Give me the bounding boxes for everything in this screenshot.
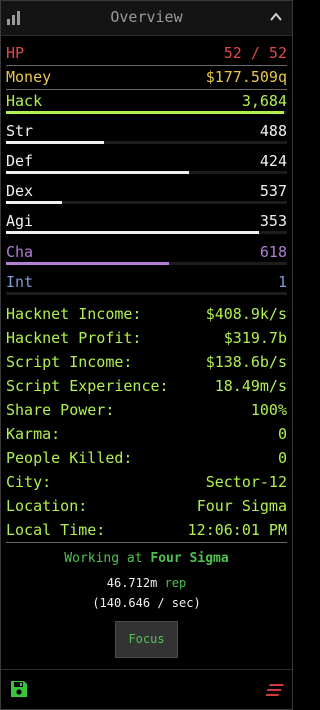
work-rep-unit: rep: [164, 576, 187, 590]
stat-str-label: Str: [6, 122, 34, 140]
cha-progress-fill: [6, 262, 169, 265]
stat-agi-value: 353: [259, 212, 287, 230]
work-reputation: 46.712m rep: [1, 576, 292, 590]
overview-footer: [1, 669, 292, 709]
info-value: Four Sigma: [196, 497, 287, 515]
stat-hp-value: 52 / 52: [223, 44, 287, 62]
info-label: Script Experience:: [6, 377, 169, 395]
info-value: $408.9k/s: [205, 305, 287, 323]
info-label: Location:: [6, 497, 88, 515]
info-row-location: Location: Four Sigma: [6, 495, 287, 517]
hack-progress-bar: [6, 111, 287, 114]
info-label: Hacknet Income:: [6, 305, 142, 323]
info-row-hacknet-profit: Hacknet Profit: $319.7b: [6, 327, 287, 349]
info-label: Karma:: [6, 425, 61, 443]
stat-cha: Cha 618: [6, 241, 287, 263]
str-progress-fill: [6, 141, 105, 144]
overview-panel: Overview HP 52 / 52 Money $177.509q Hack…: [0, 0, 293, 710]
stat-hack: Hack 3,684: [6, 90, 287, 112]
stat-int-value: 1: [277, 273, 287, 291]
stat-hp: HP 52 / 52: [6, 42, 287, 64]
agi-progress-bar: [6, 231, 287, 234]
stat-hp-label: HP: [6, 44, 25, 62]
info-row-local-time: Local Time: 12:06:01 PM: [6, 519, 287, 541]
stat-cha-label: Cha: [6, 243, 34, 261]
info-label: Share Power:: [6, 401, 115, 419]
focus-button[interactable]: Focus: [115, 621, 178, 658]
stat-def-value: 424: [259, 152, 287, 170]
info-label: Script Income:: [6, 353, 133, 371]
save-icon[interactable]: [10, 680, 28, 698]
info-label: People Killed:: [6, 449, 133, 467]
info-value: 0: [277, 449, 287, 467]
overview-header[interactable]: Overview: [1, 1, 292, 36]
stat-dex-value: 537: [259, 182, 287, 200]
menu-icon[interactable]: [266, 684, 284, 696]
stat-int-label: Int: [6, 273, 34, 291]
info-row-script-experience: Script Experience: 18.49m/s: [6, 375, 287, 397]
panel-title: Overview: [110, 8, 183, 26]
info-row-city: City: Sector-12: [6, 471, 287, 493]
divider: [6, 542, 287, 543]
agi-progress-fill: [6, 231, 259, 234]
stat-cha-value: 618: [259, 243, 287, 261]
int-progress-bar: [6, 292, 287, 295]
stat-money: Money $177.509q: [6, 66, 287, 88]
work-status: Working at Four Sigma: [1, 551, 292, 566]
def-progress-bar: [6, 171, 287, 174]
work-rep-value: 46.712m: [106, 576, 158, 590]
stat-money-value: $177.509q: [205, 68, 287, 86]
info-value: 100%: [250, 401, 287, 419]
dex-progress-fill: [6, 201, 63, 204]
stat-dex-label: Dex: [6, 182, 34, 200]
info-value: $138.6b/s: [205, 353, 287, 371]
info-label: Local Time:: [6, 521, 106, 539]
info-row-karma: Karma: 0: [6, 423, 287, 445]
cha-progress-bar: [6, 262, 287, 265]
stat-def-label: Def: [6, 152, 34, 170]
info-label: Hacknet Profit:: [6, 329, 142, 347]
info-row-hacknet-income: Hacknet Income: $408.9k/s: [6, 303, 287, 325]
hack-progress-fill: [6, 111, 285, 114]
info-value: 0: [277, 425, 287, 443]
info-row-people-killed: People Killed: 0: [6, 447, 287, 469]
chevron-up-icon[interactable]: [269, 11, 283, 23]
stat-agi: Agi 353: [6, 210, 287, 232]
def-progress-fill: [6, 171, 189, 174]
stat-agi-label: Agi: [6, 212, 34, 230]
stat-str-value: 488: [259, 122, 287, 140]
dex-progress-bar: [6, 201, 287, 204]
work-prefix: Working at: [64, 551, 143, 566]
info-label: City:: [6, 473, 52, 491]
stat-hack-label: Hack: [6, 92, 43, 110]
stat-dex: Dex 537: [6, 180, 287, 202]
info-row-script-income: Script Income: $138.6b/s: [6, 351, 287, 373]
work-rep-rate: (140.646 / sec): [92, 596, 201, 610]
info-value: 18.49m/s: [214, 377, 287, 395]
info-value: 12:06:01 PM: [187, 521, 287, 539]
stat-int: Int 1: [6, 271, 287, 293]
stat-money-label: Money: [6, 68, 52, 86]
info-value: $319.7b: [223, 329, 287, 347]
info-value: Sector-12: [205, 473, 287, 491]
info-row-share-power: Share Power: 100%: [6, 399, 287, 421]
str-progress-bar: [6, 141, 287, 144]
work-company: Four Sigma: [150, 551, 229, 566]
stat-str: Str 488: [6, 120, 287, 142]
stat-def: Def 424: [6, 150, 287, 172]
stat-hack-value: 3,684: [241, 92, 287, 110]
